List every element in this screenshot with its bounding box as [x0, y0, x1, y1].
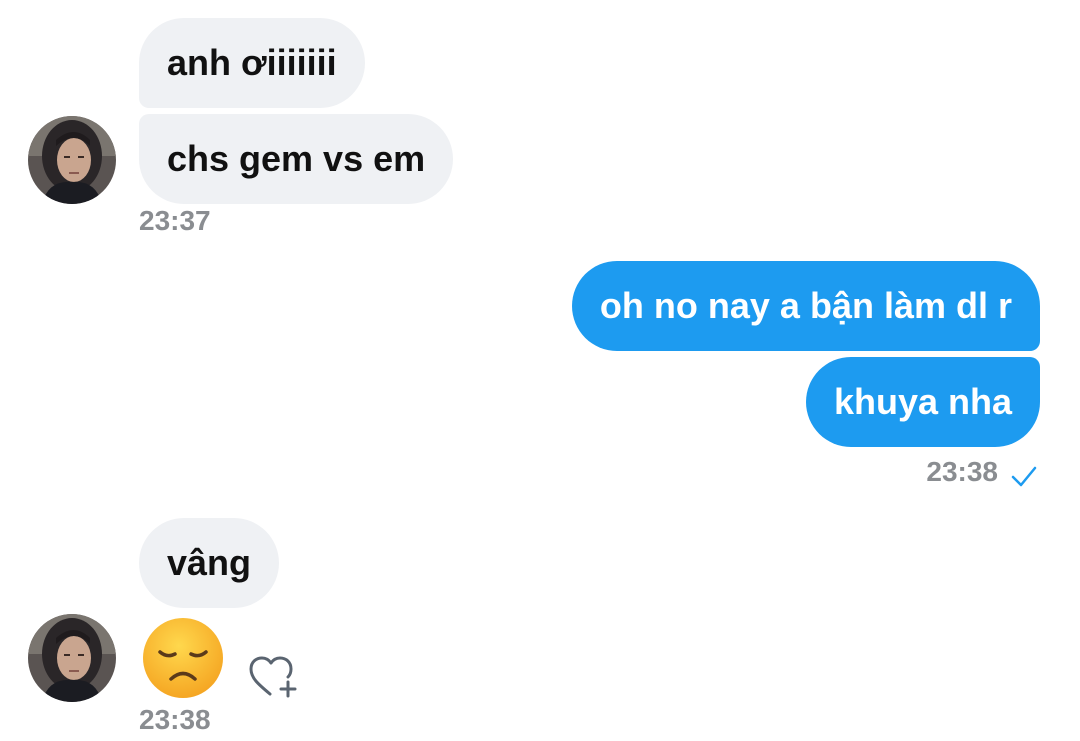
contact-avatar[interactable]: [28, 614, 116, 702]
outgoing-message-bubble[interactable]: oh no nay a bận làm dl r: [571, 261, 1040, 351]
disappointed-face-emoji: [141, 616, 225, 705]
checkmark-icon: [1010, 462, 1038, 495]
message-timestamp: 23:38: [926, 456, 998, 487]
incoming-message-bubble[interactable]: chs gem vs em: [139, 114, 454, 204]
message-text: oh no nay a bận làm dl r: [599, 285, 1012, 326]
message-text: khuya nha: [833, 381, 1012, 422]
add-reaction-heart-icon[interactable]: [248, 654, 300, 705]
contact-avatar[interactable]: [28, 116, 116, 204]
message-timestamp: 23:38: [139, 704, 211, 735]
incoming-message-bubble[interactable]: vâng: [139, 518, 280, 608]
message-text: anh ơiiiiiii: [167, 42, 337, 83]
outgoing-message-bubble[interactable]: khuya nha: [805, 357, 1040, 447]
message-timestamp: 23:37: [139, 205, 211, 236]
incoming-message-bubble[interactable]: anh ơiiiiiii: [139, 18, 365, 108]
message-text: chs gem vs em: [167, 138, 426, 179]
message-text: vâng: [167, 542, 252, 583]
